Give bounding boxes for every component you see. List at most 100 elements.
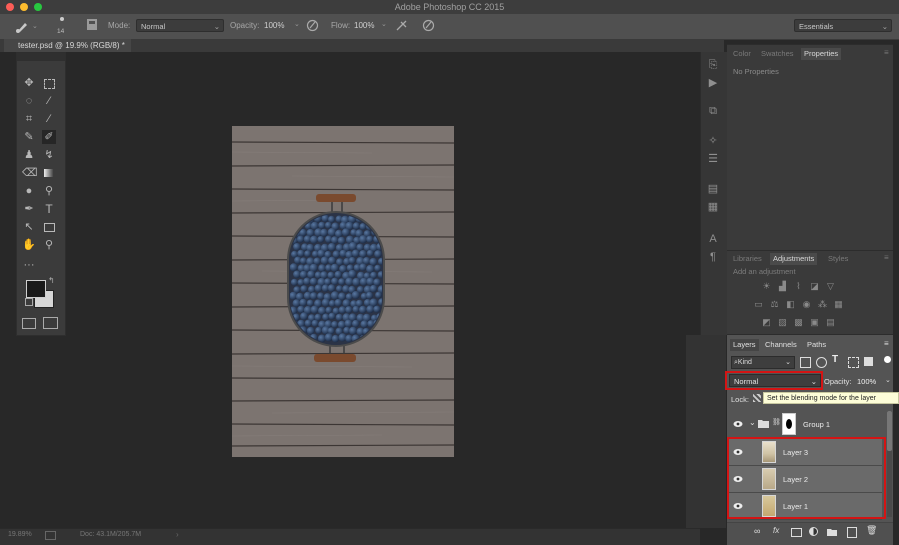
history-brush-tool-icon[interactable]: ↯ — [42, 148, 56, 162]
curves-icon[interactable]: ⌇ — [793, 281, 804, 291]
healing-brush-tool-icon[interactable]: ✎ — [22, 130, 36, 144]
chevron-down-icon[interactable]: ⌄ — [294, 20, 300, 28]
adjustment-layer-icon[interactable] — [809, 527, 818, 536]
pen-tool-icon[interactable]: ✒ — [22, 202, 36, 216]
zoom-tool-icon[interactable]: ⚲ — [42, 238, 56, 252]
color-lookup-icon[interactable]: ▦ — [833, 299, 844, 309]
pressure-size-icon[interactable] — [422, 19, 435, 32]
new-layer-icon[interactable] — [847, 527, 857, 538]
tab-channels[interactable]: Channels — [765, 339, 797, 351]
zoom-level[interactable]: 19.89% — [8, 531, 32, 538]
invert-icon[interactable]: ◩ — [761, 317, 772, 327]
color-balance-icon[interactable]: ⚖ — [769, 299, 780, 309]
filter-type-icon[interactable]: T — [832, 354, 838, 365]
gradient-map-icon[interactable]: ▤ — [825, 317, 836, 327]
airbrush-icon[interactable] — [395, 19, 409, 32]
notes-panel-icon[interactable]: ▦ — [706, 200, 720, 214]
levels-icon[interactable]: ▟ — [777, 281, 788, 291]
link-layers-icon[interactable]: ∞ — [754, 526, 760, 536]
tools-panel-header[interactable] — [17, 53, 65, 61]
layers-scrollbar[interactable] — [887, 411, 892, 517]
exposure-icon[interactable]: ◪ — [809, 281, 820, 291]
filter-smart-object-icon[interactable] — [864, 357, 873, 366]
filter-adjustment-icon[interactable] — [816, 357, 827, 368]
opacity-value[interactable]: 100% — [264, 21, 284, 30]
photo-filter-icon[interactable]: ◉ — [801, 299, 812, 309]
quick-mask-icon[interactable] — [22, 318, 36, 329]
brightness-contrast-icon[interactable]: ☀ — [761, 281, 772, 291]
rectangle-tool-icon[interactable] — [42, 220, 56, 234]
filter-pixel-icon[interactable] — [800, 357, 811, 368]
info-panel-icon[interactable]: ▤ — [706, 182, 720, 196]
selective-color-icon[interactable]: ▣ — [809, 317, 820, 327]
pressure-opacity-icon[interactable] — [306, 19, 319, 32]
layer-opacity-value[interactable]: 100% — [857, 377, 876, 386]
flow-value[interactable]: 100% — [354, 21, 374, 30]
brush-panel-toggle-icon[interactable] — [86, 18, 98, 31]
channel-mixer-icon[interactable]: ⁂ — [817, 299, 828, 309]
tab-styles[interactable]: Styles — [828, 253, 848, 265]
tab-adjustments[interactable]: Adjustments — [770, 253, 818, 265]
mode-dropdown[interactable]: Normal ⌄ — [136, 19, 224, 32]
scrollbar-thumb[interactable] — [887, 411, 892, 451]
swap-colors-icon[interactable]: ↰ — [48, 276, 55, 285]
new-group-icon[interactable] — [827, 528, 837, 536]
export-icon[interactable] — [45, 531, 56, 540]
add-mask-icon[interactable] — [791, 528, 802, 537]
brush-tool-icon[interactable]: ✐ — [42, 130, 56, 144]
filter-toggle-icon[interactable] — [884, 356, 891, 363]
tab-libraries[interactable]: Libraries — [733, 253, 762, 265]
chevron-down-icon[interactable]: ⌄ — [32, 22, 38, 30]
tab-color[interactable]: Color — [733, 48, 751, 60]
threshold-icon[interactable]: ▩ — [793, 317, 804, 327]
path-selection-tool-icon[interactable]: ↖ — [22, 220, 36, 234]
marquee-tool-icon[interactable] — [42, 76, 56, 90]
vibrance-icon[interactable]: ▽ — [825, 281, 836, 291]
clone-stamp-tool-icon[interactable]: ♟ — [22, 148, 36, 162]
lock-transparent-icon[interactable] — [753, 394, 761, 402]
link-icon[interactable]: ⛓ — [772, 418, 781, 426]
layer-comps-icon[interactable]: ⧉ — [706, 104, 720, 118]
document-tab[interactable]: tester.psd @ 19.9% (RGB/8) * — [4, 39, 131, 52]
delete-layer-icon[interactable]: 🗑 — [866, 525, 877, 536]
filter-shape-icon[interactable] — [848, 357, 859, 368]
chevron-down-icon[interactable]: ⌄ — [381, 20, 387, 28]
tab-layers[interactable]: Layers — [730, 339, 759, 351]
type-tool-icon[interactable]: T — [42, 202, 56, 216]
hue-saturation-icon[interactable]: ▭ — [753, 299, 764, 309]
visibility-eye-icon[interactable] — [733, 420, 743, 428]
brush-preset-picker[interactable] — [57, 17, 67, 27]
eraser-tool-icon[interactable]: ⌫ — [22, 166, 38, 180]
paragraph-panel-icon[interactable]: ¶ — [706, 250, 720, 264]
crop-tool-icon[interactable]: ⌗ — [22, 112, 36, 126]
gradient-tool-icon[interactable] — [42, 166, 56, 180]
character-panel-icon[interactable]: A — [706, 232, 720, 246]
move-tool-icon[interactable]: ✥ — [22, 76, 36, 90]
chevron-down-icon[interactable]: ⌄ — [885, 376, 891, 384]
black-white-icon[interactable]: ◧ — [785, 299, 796, 309]
posterize-icon[interactable]: ▨ — [777, 317, 788, 327]
brush-presets-icon[interactable]: ✧ — [706, 134, 720, 148]
more-tools-icon[interactable]: ··· — [22, 258, 36, 272]
document-canvas[interactable] — [232, 126, 454, 457]
brush-tool-icon[interactable] — [15, 19, 29, 33]
foreground-color-swatch[interactable] — [26, 280, 46, 298]
eyedropper-tool-icon[interactable]: ∕ — [42, 112, 56, 126]
tab-swatches[interactable]: Swatches — [761, 48, 794, 60]
panel-menu-icon[interactable]: ≡ — [884, 48, 889, 57]
history-panel-icon[interactable]: ⎘ — [706, 58, 720, 72]
screen-mode-icon[interactable] — [43, 317, 58, 329]
tab-properties[interactable]: Properties — [801, 48, 842, 60]
chevron-down-icon[interactable]: ⌄ — [749, 418, 756, 427]
blur-tool-icon[interactable]: ● — [22, 184, 36, 198]
panel-menu-icon[interactable]: ≡ — [884, 253, 889, 262]
tool-presets-icon[interactable]: ☰ — [706, 152, 720, 166]
workspace-switcher[interactable]: Essentials ⌄ — [794, 19, 892, 32]
dodge-tool-icon[interactable]: ⚲ — [42, 184, 56, 198]
actions-panel-icon[interactable]: ▶ — [706, 76, 720, 90]
default-colors-icon[interactable] — [25, 298, 33, 306]
fx-icon[interactable]: fx — [773, 526, 779, 535]
group-mask-thumbnail[interactable] — [782, 413, 796, 435]
panel-menu-icon[interactable]: ≡ — [884, 339, 889, 348]
status-menu-arrow-icon[interactable]: › — [176, 530, 179, 539]
